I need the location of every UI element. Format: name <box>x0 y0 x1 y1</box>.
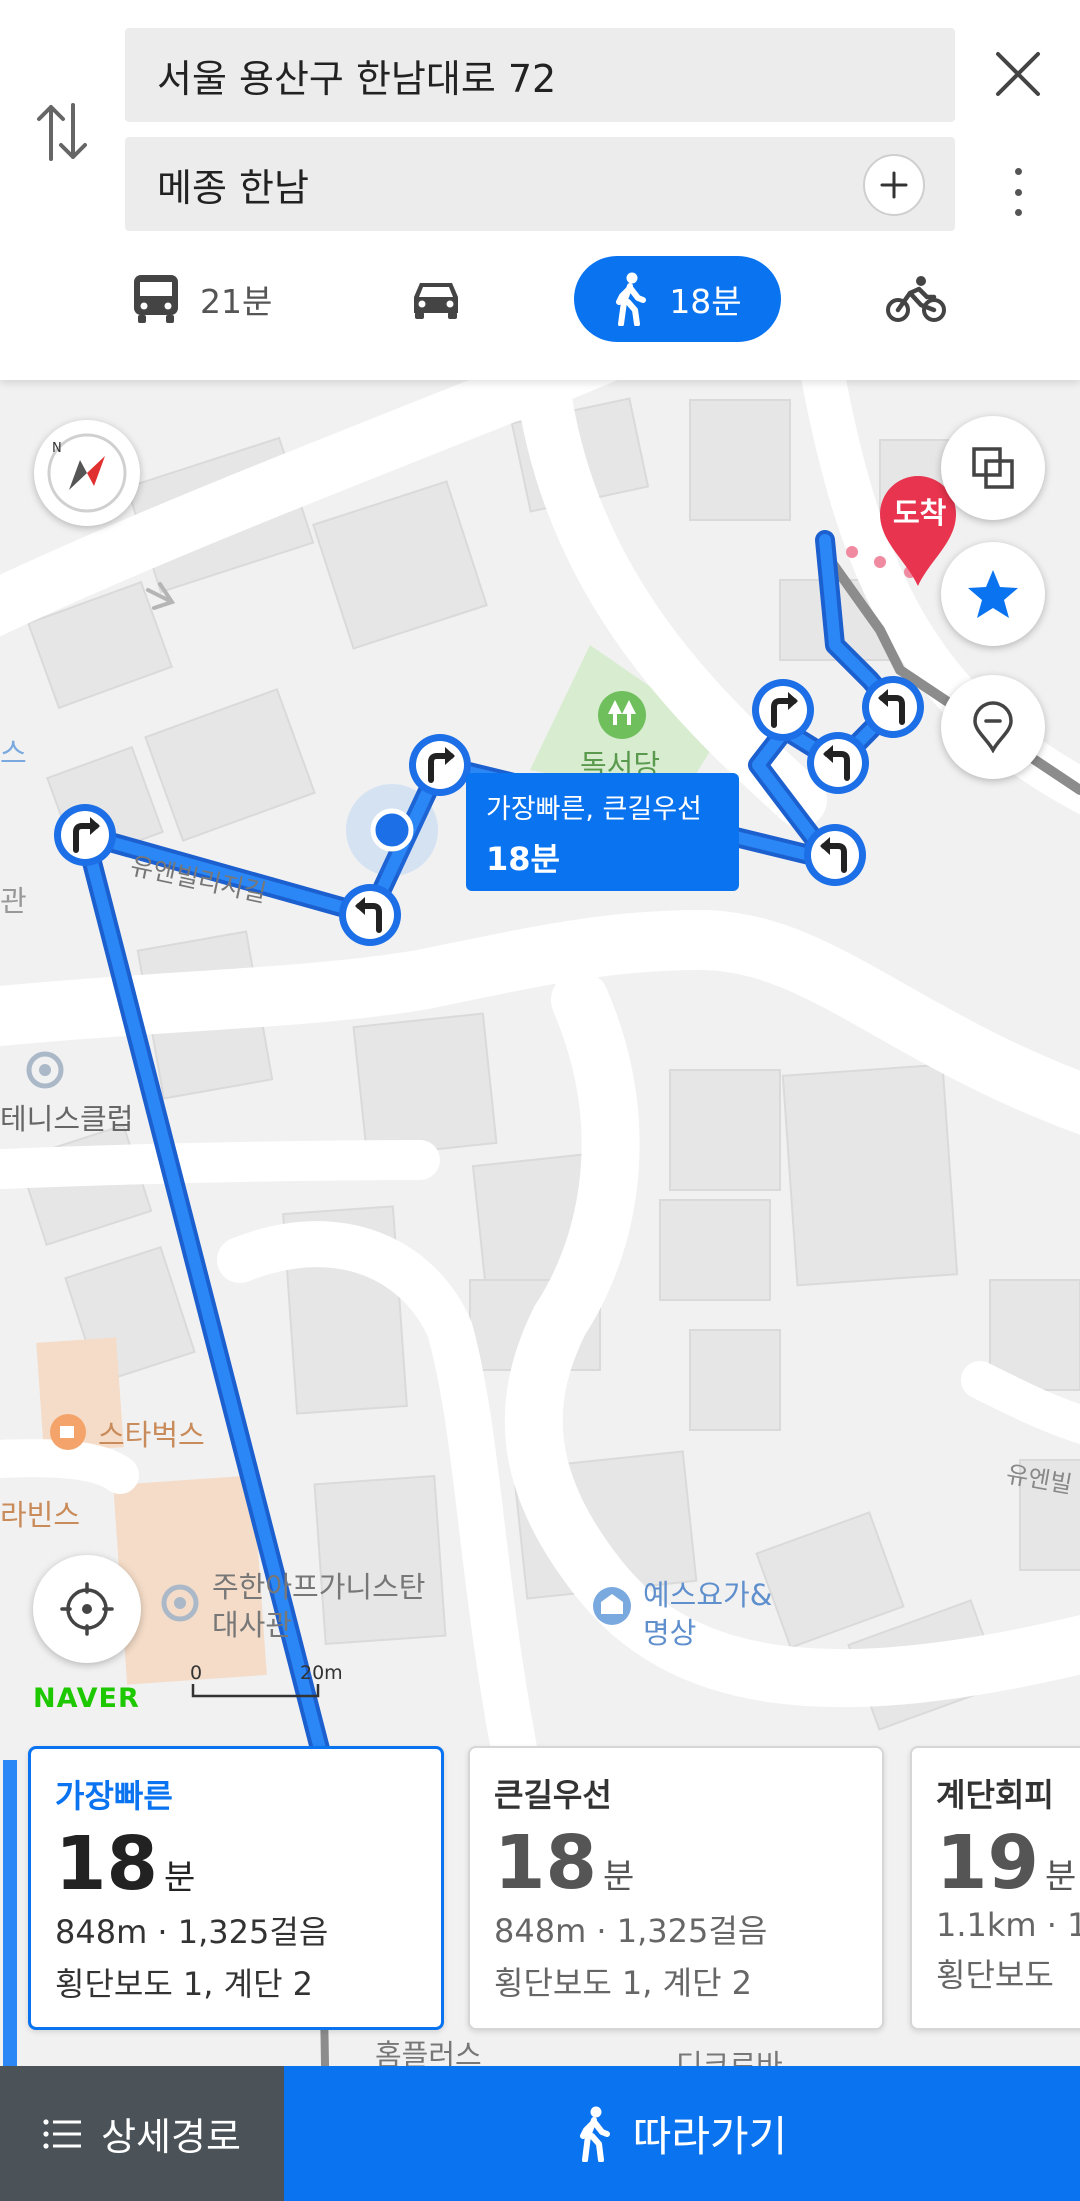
route-distance-steps: 848m · 1,325걸음 <box>494 1912 768 1950</box>
route-name: 큰길우선 <box>494 1776 612 1814</box>
route-details: 횡단보도 1, 계단 2 <box>55 1965 314 2003</box>
tooltip-route-types: 가장빠른, 큰길우선 <box>486 794 702 825</box>
poi-label: 스타벅스 <box>98 1418 205 1452</box>
my-location-button[interactable] <box>33 1555 141 1663</box>
map-layers-button[interactable] <box>941 416 1045 520</box>
close-icon <box>996 52 1040 96</box>
add-waypoint-button[interactable] <box>863 154 925 216</box>
star-icon <box>968 570 1018 618</box>
turn-left-icon <box>862 676 924 738</box>
route-minutes: 18 <box>55 1821 158 1907</box>
more-dot-icon <box>1014 188 1022 196</box>
poi-label: 테니스클럽 <box>0 1102 134 1136</box>
walk-icon <box>579 2106 610 2162</box>
turn-left-icon <box>804 824 866 886</box>
route-name: 계단회피 <box>936 1776 1054 1814</box>
turn-right-icon <box>409 734 471 796</box>
map-pin-icon <box>973 701 1013 753</box>
follow-route-button[interactable]: 따라가기 <box>284 2066 1080 2201</box>
swap-locations-button[interactable] <box>32 96 92 168</box>
tooltip-route-time: 18분 <box>486 840 560 878</box>
layers-icon <box>972 447 1014 489</box>
naver-logo: NAVER <box>33 1683 140 1714</box>
tab-car[interactable] <box>410 256 462 342</box>
turn-right-icon <box>54 804 116 866</box>
destination-marker-label: 도착 <box>893 496 947 530</box>
poi-label: 명상 <box>643 1616 697 1650</box>
location-pin-button[interactable] <box>941 675 1045 779</box>
poi-label: 주한아프가니스탄 <box>212 1570 426 1604</box>
bus-icon <box>134 275 178 323</box>
route-distance-steps: 848m · 1,325걸음 <box>55 1913 329 1951</box>
poi-label: 관 <box>0 884 27 918</box>
scale-end: 20m <box>300 1662 343 1684</box>
list-icon <box>43 2118 82 2149</box>
route-name: 가장빠른 <box>55 1777 173 1815</box>
poi-label: 대사관 <box>212 1608 293 1642</box>
map-scale: 0 20m <box>190 1662 343 1700</box>
route-summary-tooltip[interactable]: 가장빠른, 큰길우선 18분 <box>466 773 739 891</box>
route-minutes-unit: 분 <box>163 1858 196 1898</box>
svg-text:N: N <box>52 441 62 456</box>
walk-icon <box>616 272 647 326</box>
transit-time: 21분 <box>200 282 273 321</box>
origin-text: 서울 용산구 한남대로 72 <box>157 56 557 101</box>
poi-label: 예스요가& <box>643 1578 773 1612</box>
tab-bicycle[interactable] <box>885 256 947 342</box>
favorites-button[interactable] <box>941 542 1045 646</box>
route-distance-steps: 1.1km · 1 <box>936 1906 1080 1944</box>
route-minutes-unit: 분 <box>1044 1857 1077 1897</box>
destination-input[interactable]: 메종 한남 <box>125 137 955 231</box>
route-duration: 19 분 <box>936 1826 1080 1900</box>
tab-walk[interactable]: 18분 <box>574 256 781 342</box>
tab-transit[interactable]: 21분 <box>132 256 272 342</box>
walk-time: 18분 <box>669 282 742 321</box>
bottom-action-bar: 상세경로 따라가기 <box>0 2066 1080 2201</box>
route-duration: 18 분 <box>494 1826 858 1900</box>
route-details-label: 상세경로 <box>101 2115 241 2159</box>
compass-button[interactable]: N <box>34 420 140 526</box>
crosshair-icon <box>60 1582 114 1636</box>
route-card-avoid-stairs[interactable]: 계단회피 19 분 1.1km · 1 횡단보도 <box>910 1746 1080 2030</box>
route-details-button[interactable]: 상세경로 <box>0 2066 284 2201</box>
follow-route-label: 따라가기 <box>632 2112 788 2161</box>
poi-label: 스 <box>0 736 27 770</box>
car-icon <box>414 283 458 319</box>
plus-icon <box>880 171 908 199</box>
close-button[interactable] <box>990 46 1046 102</box>
route-search-header: 서울 용산구 한남대로 72 메종 한남 21분 18분 <box>0 0 1080 380</box>
poi-label: 홈플러스 <box>375 2038 482 2066</box>
route-minutes: 19 <box>936 1820 1039 1906</box>
destination-text: 메종 한남 <box>157 165 309 210</box>
more-dot-icon <box>1014 209 1022 216</box>
route-details: 횡단보도 <box>936 1956 1054 1994</box>
bicycle-icon <box>886 276 946 322</box>
scale-start: 0 <box>190 1662 203 1684</box>
swap-arrows-icon <box>37 103 87 161</box>
more-dot-icon <box>1014 168 1022 175</box>
poi-label: 디크로바 <box>676 2048 783 2066</box>
route-card-main-road[interactable]: 큰길우선 18 분 848m · 1,325걸음 횡단보도 1, 계단 2 <box>468 1746 884 2030</box>
origin-input[interactable]: 서울 용산구 한남대로 72 <box>125 28 955 122</box>
route-card-fastest[interactable]: 가장빠른 18 분 848m · 1,325걸음 횡단보도 1, 계단 2 <box>28 1746 444 2030</box>
route-duration: 18 분 <box>55 1827 417 1901</box>
route-details: 횡단보도 1, 계단 2 <box>494 1964 753 2002</box>
more-options-button[interactable] <box>1000 164 1036 220</box>
turn-left-icon <box>339 884 401 946</box>
route-minutes-unit: 분 <box>602 1857 635 1897</box>
map-view[interactable]: 도착 독서당 유엔빌리지길 유엔빌 테니스클럽 스타벅스 라빈스 주한아프가니스… <box>0 380 1080 2066</box>
poi-label: 라빈스 <box>0 1498 81 1532</box>
compass-icon: N <box>47 433 127 513</box>
route-minutes: 18 <box>494 1820 597 1906</box>
